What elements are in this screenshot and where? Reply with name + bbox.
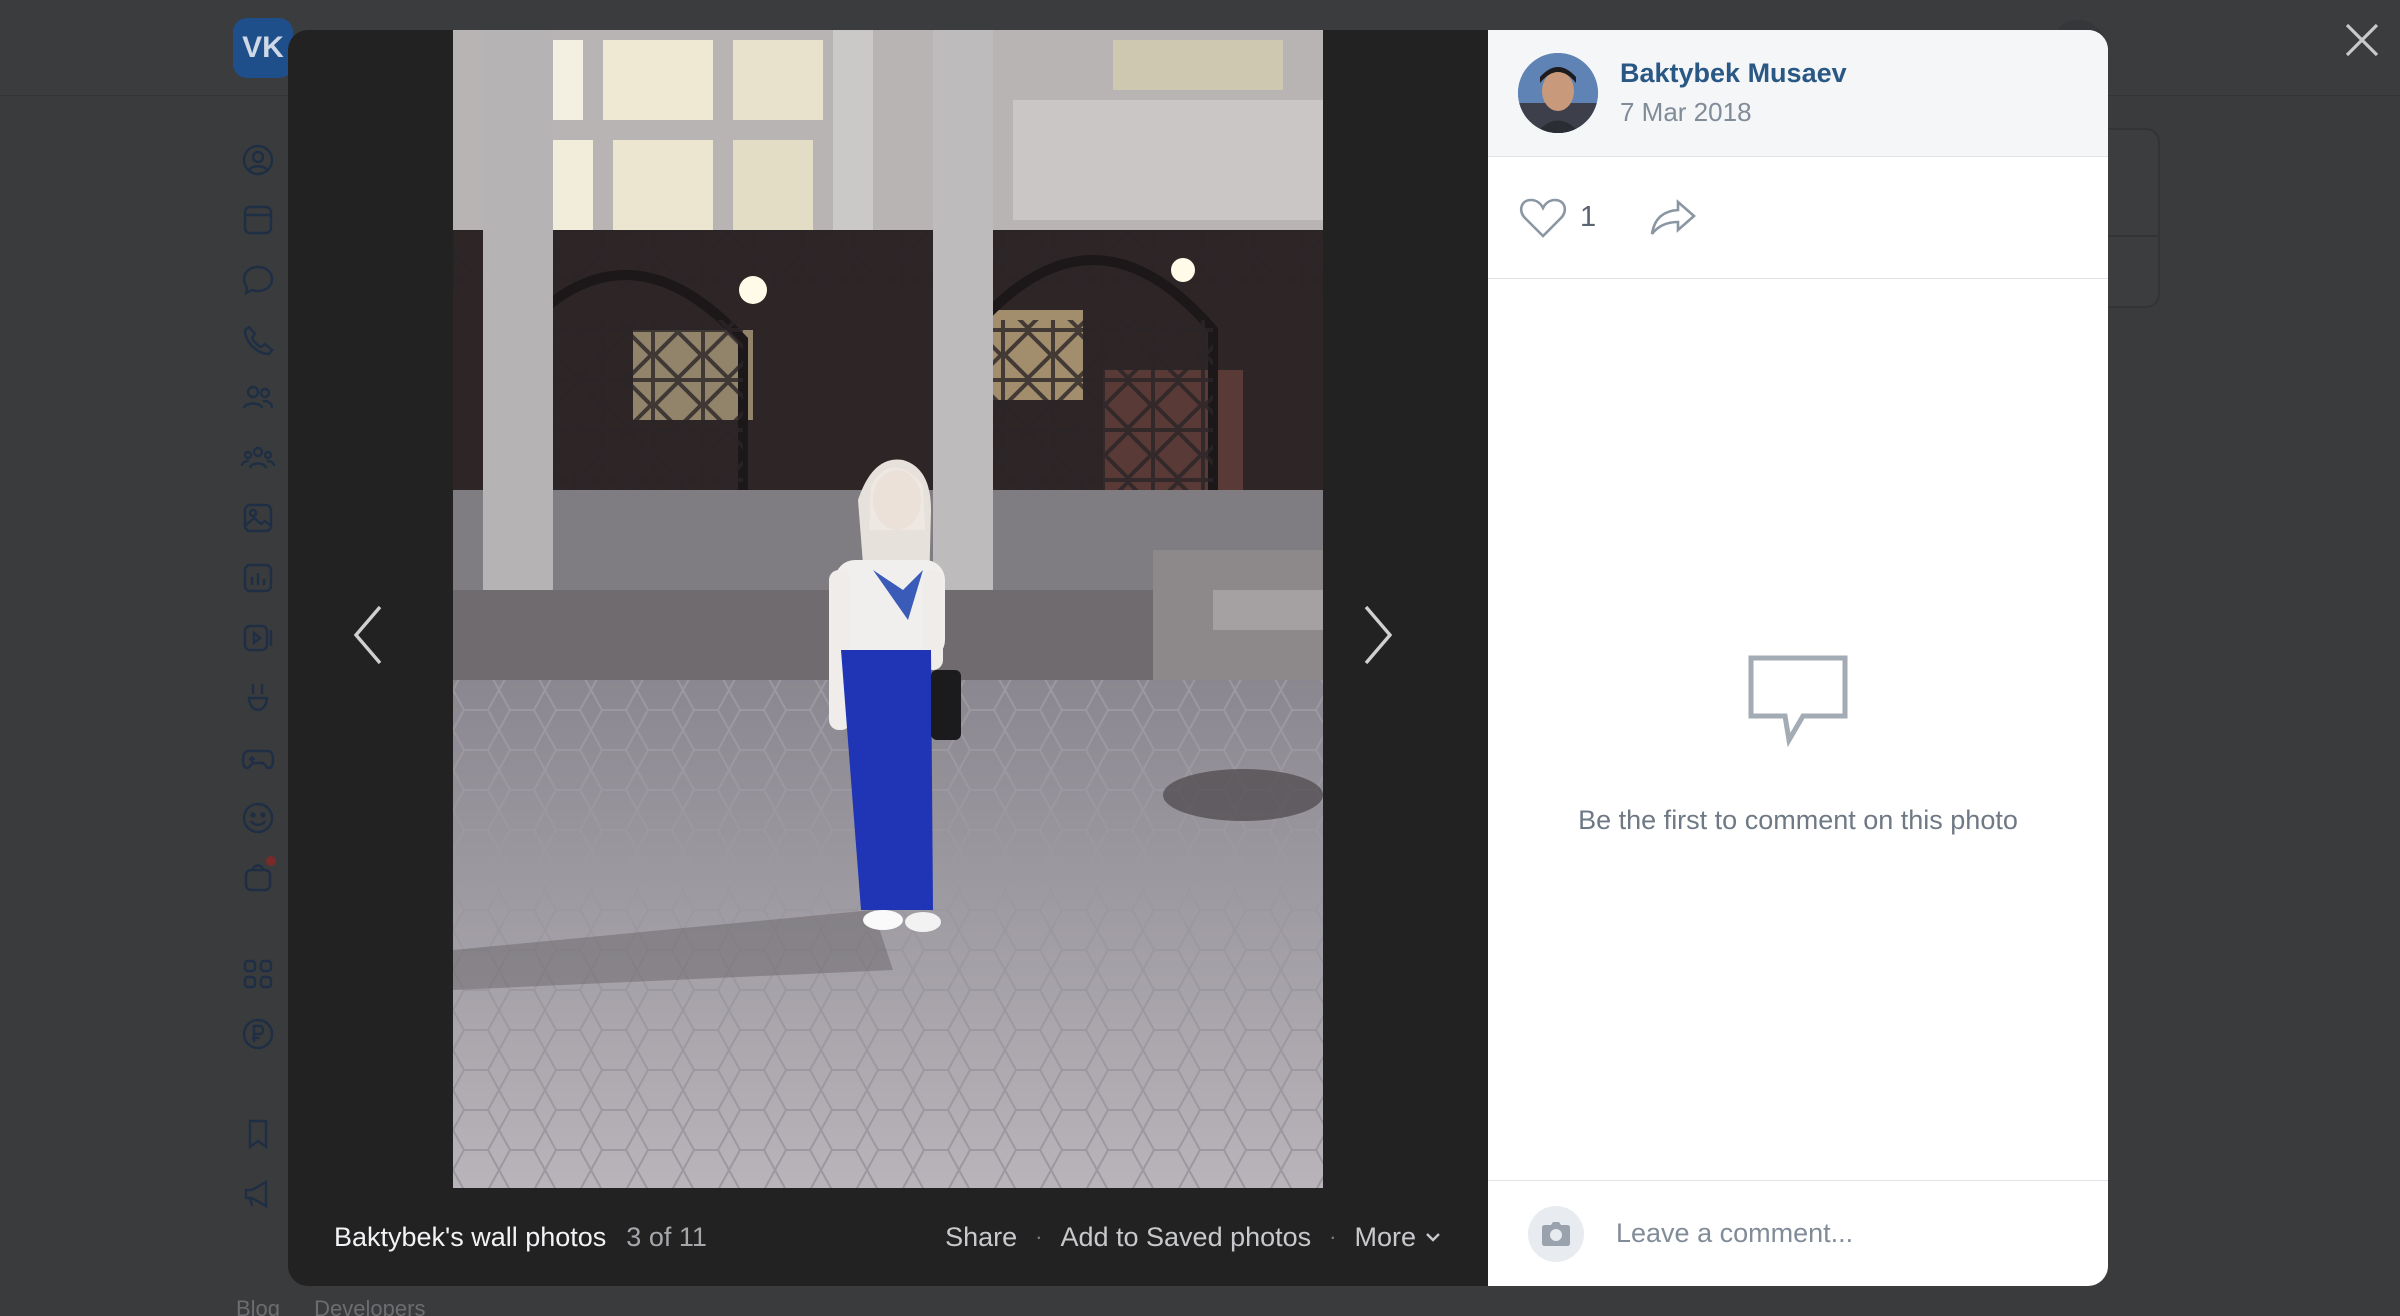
reactions-bar: 1 xyxy=(1488,157,2108,279)
separator-dot: · xyxy=(1329,1224,1337,1249)
close-viewer-button[interactable] xyxy=(2338,16,2386,64)
next-photo-button[interactable] xyxy=(1348,600,1408,670)
background-card-divider xyxy=(2108,235,2160,237)
profile-icon xyxy=(230,132,286,188)
author-info: Baktybek Musaev 7 Mar 2018 xyxy=(1620,58,1847,128)
friends-icon xyxy=(230,370,286,426)
clips-icon xyxy=(230,670,286,726)
like-count: 1 xyxy=(1580,201,1597,233)
photo-pane: Baktybek's wall photos 3 of 11 Share · A… xyxy=(288,30,1488,1286)
ads-icon xyxy=(230,1166,286,1222)
avatar-image xyxy=(1518,53,1598,133)
photo-info-panel: Baktybek Musaev 7 Mar 2018 1 Be the firs… xyxy=(1488,30,2108,1286)
author-header: Baktybek Musaev 7 Mar 2018 xyxy=(1488,30,2108,157)
photo-bottom-bar: Baktybek's wall photos 3 of 11 Share · A… xyxy=(288,1188,1488,1286)
footer-link-blog: Blog xyxy=(236,1296,281,1316)
photo-image xyxy=(453,30,1323,1188)
share-link[interactable]: Share xyxy=(945,1222,1017,1253)
comment-composer xyxy=(1488,1180,2108,1286)
bookmarks-icon xyxy=(230,1106,286,1162)
chevron-right-icon xyxy=(1364,605,1393,665)
background-footer: Blog Developers xyxy=(236,1296,453,1316)
footer-link-developers: Developers xyxy=(314,1296,426,1316)
heart-icon xyxy=(1519,198,1567,238)
messages-icon xyxy=(230,252,286,308)
author-avatar[interactable] xyxy=(1518,53,1598,133)
chevron-left-icon xyxy=(353,605,382,665)
background-card xyxy=(2108,128,2160,308)
comments-empty-state: Be the first to comment on this photo xyxy=(1488,650,2108,836)
services-icon xyxy=(230,946,286,1002)
video-icon xyxy=(230,610,286,666)
attach-photo-button[interactable] xyxy=(1528,1205,1584,1262)
like-button[interactable]: 1 xyxy=(1518,196,1596,240)
chevron-down-icon xyxy=(1426,1233,1440,1242)
post-date[interactable]: 7 Mar 2018 xyxy=(1620,97,1847,128)
photo[interactable] xyxy=(453,30,1323,1188)
share-arrow-icon xyxy=(1650,198,1697,235)
stickers-icon xyxy=(230,790,286,846)
games-icon xyxy=(230,730,286,786)
album-title[interactable]: Baktybek's wall photos xyxy=(334,1222,606,1253)
comments-icon xyxy=(1748,655,1848,748)
previous-photo-button[interactable] xyxy=(338,600,398,670)
music-icon xyxy=(230,550,286,606)
close-icon xyxy=(2345,23,2379,57)
market-icon xyxy=(230,850,286,906)
vk-pay-icon xyxy=(230,1006,286,1062)
photos-icon xyxy=(230,490,286,546)
author-name[interactable]: Baktybek Musaev xyxy=(1620,58,1847,89)
photo-viewer: Baktybek's wall photos 3 of 11 Share · A… xyxy=(288,30,2108,1286)
empty-comments-text: Be the first to comment on this photo xyxy=(1578,805,2018,835)
more-label: More xyxy=(1354,1221,1416,1252)
photo-counter: 3 of 11 xyxy=(626,1221,707,1252)
comment-input[interactable] xyxy=(1616,1218,2076,1249)
vk-logo: VK xyxy=(233,18,293,78)
communities-icon xyxy=(230,430,286,486)
camera-icon xyxy=(1542,1221,1570,1246)
calls-icon xyxy=(230,312,286,368)
separator-dot: · xyxy=(1035,1224,1043,1249)
share-button[interactable] xyxy=(1648,198,1698,238)
news-icon xyxy=(230,192,286,248)
photo-actions: Share · Add to Saved photos · More xyxy=(945,1222,1442,1253)
more-menu-button[interactable]: More xyxy=(1354,1222,1442,1253)
add-to-saved-link[interactable]: Add to Saved photos xyxy=(1060,1222,1311,1253)
